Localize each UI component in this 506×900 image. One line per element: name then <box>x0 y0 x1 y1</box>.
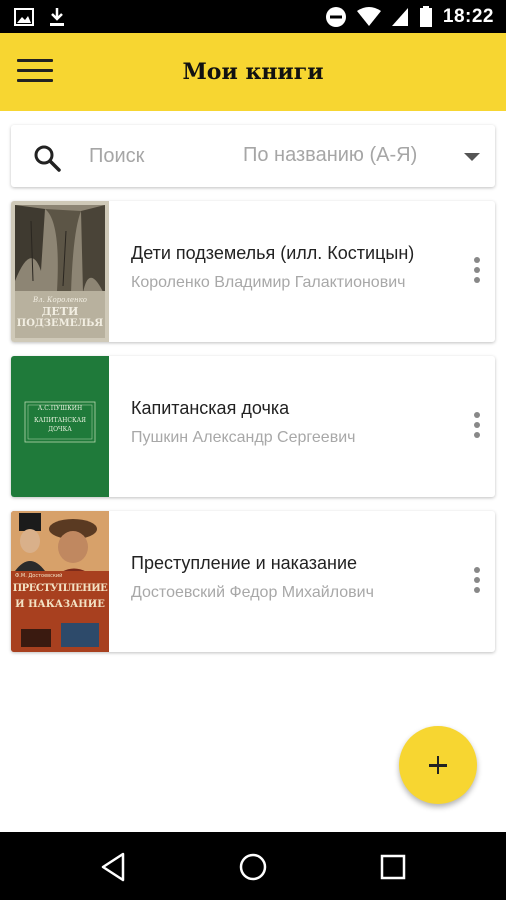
book-cover: Ф.М. Достоевский ПРЕСТУПЛЕНИЕ И НАКАЗАНИ… <box>11 511 109 652</box>
cover-title-line2: ПОДЗЕМЕЛЬЯ <box>16 318 104 329</box>
book-author: Пушкин Александр Сергеевич <box>131 429 356 446</box>
cover-author: Вл. Короленко <box>33 296 87 304</box>
navigation-bar <box>0 832 506 900</box>
book-title: Преступление и наказание <box>131 553 358 573</box>
cover-author: Ф.М. Достоевский <box>15 573 63 579</box>
menu-icon[interactable] <box>17 59 53 85</box>
book-title: Дети подземелья (илл. Костицын) <box>131 243 415 263</box>
more-vert-icon[interactable] <box>467 567 487 597</box>
book-item[interactable]: А.С.ПУШКИН КАПИТАНСКАЯ ДОЧКА Капитанская… <box>11 356 495 497</box>
book-cover: Вл. Короленко ДЕТИ ПОДЗЕМЕЛЬЯ <box>11 201 109 342</box>
book-title: Капитанская дочка <box>131 398 290 418</box>
app-bar: Мои книги <box>0 33 506 111</box>
page-title: Мои книги <box>182 59 324 85</box>
cover-title-line1: ПРЕСТУПЛЕНИЕ <box>12 583 108 594</box>
signal-icon <box>391 7 408 26</box>
sort-dropdown[interactable]: По названию (А-Я) <box>243 141 483 171</box>
book-author: Достоевский Федор Михайлович <box>131 584 374 601</box>
book-author: Короленко Владимир Галактионович <box>131 274 406 291</box>
search-icon[interactable] <box>32 143 62 173</box>
download-icon <box>50 7 64 26</box>
book-item[interactable]: Ф.М. Достоевский ПРЕСТУПЛЕНИЕ И НАКАЗАНИ… <box>11 511 495 652</box>
cover-title-line2: ДОЧКА <box>48 426 72 433</box>
add-book-button[interactable] <box>399 726 477 804</box>
cover-title-line1: КАПИТАНСКАЯ <box>33 417 87 424</box>
book-cover: А.С.ПУШКИН КАПИТАНСКАЯ ДОЧКА <box>11 356 109 497</box>
cover-author: А.С.ПУШКИН <box>37 405 83 412</box>
sort-selected-label: По названию (А-Я) <box>243 144 418 166</box>
more-vert-icon[interactable] <box>467 257 487 287</box>
back-icon[interactable] <box>97 850 131 884</box>
book-item[interactable]: Вл. Короленко ДЕТИ ПОДЗЕМЕЛЬЯ Дети подзе… <box>11 201 495 342</box>
cover-title-line2: И НАКАЗАНИЕ <box>15 599 105 610</box>
chevron-down-icon <box>464 153 480 161</box>
recents-icon[interactable] <box>376 850 410 884</box>
search-input[interactable] <box>89 141 239 171</box>
status-bar: 18:22 <box>0 0 506 33</box>
wifi-icon <box>356 6 381 26</box>
cover-title-line1: ДЕТИ <box>41 305 79 318</box>
home-icon[interactable] <box>236 850 270 884</box>
do-not-disturb-icon <box>325 6 346 27</box>
status-time: 18:22 <box>442 5 494 27</box>
search-bar: По названию (А-Я) <box>11 125 495 187</box>
image-icon <box>14 7 34 26</box>
battery-icon <box>419 5 432 27</box>
more-vert-icon[interactable] <box>467 412 487 442</box>
